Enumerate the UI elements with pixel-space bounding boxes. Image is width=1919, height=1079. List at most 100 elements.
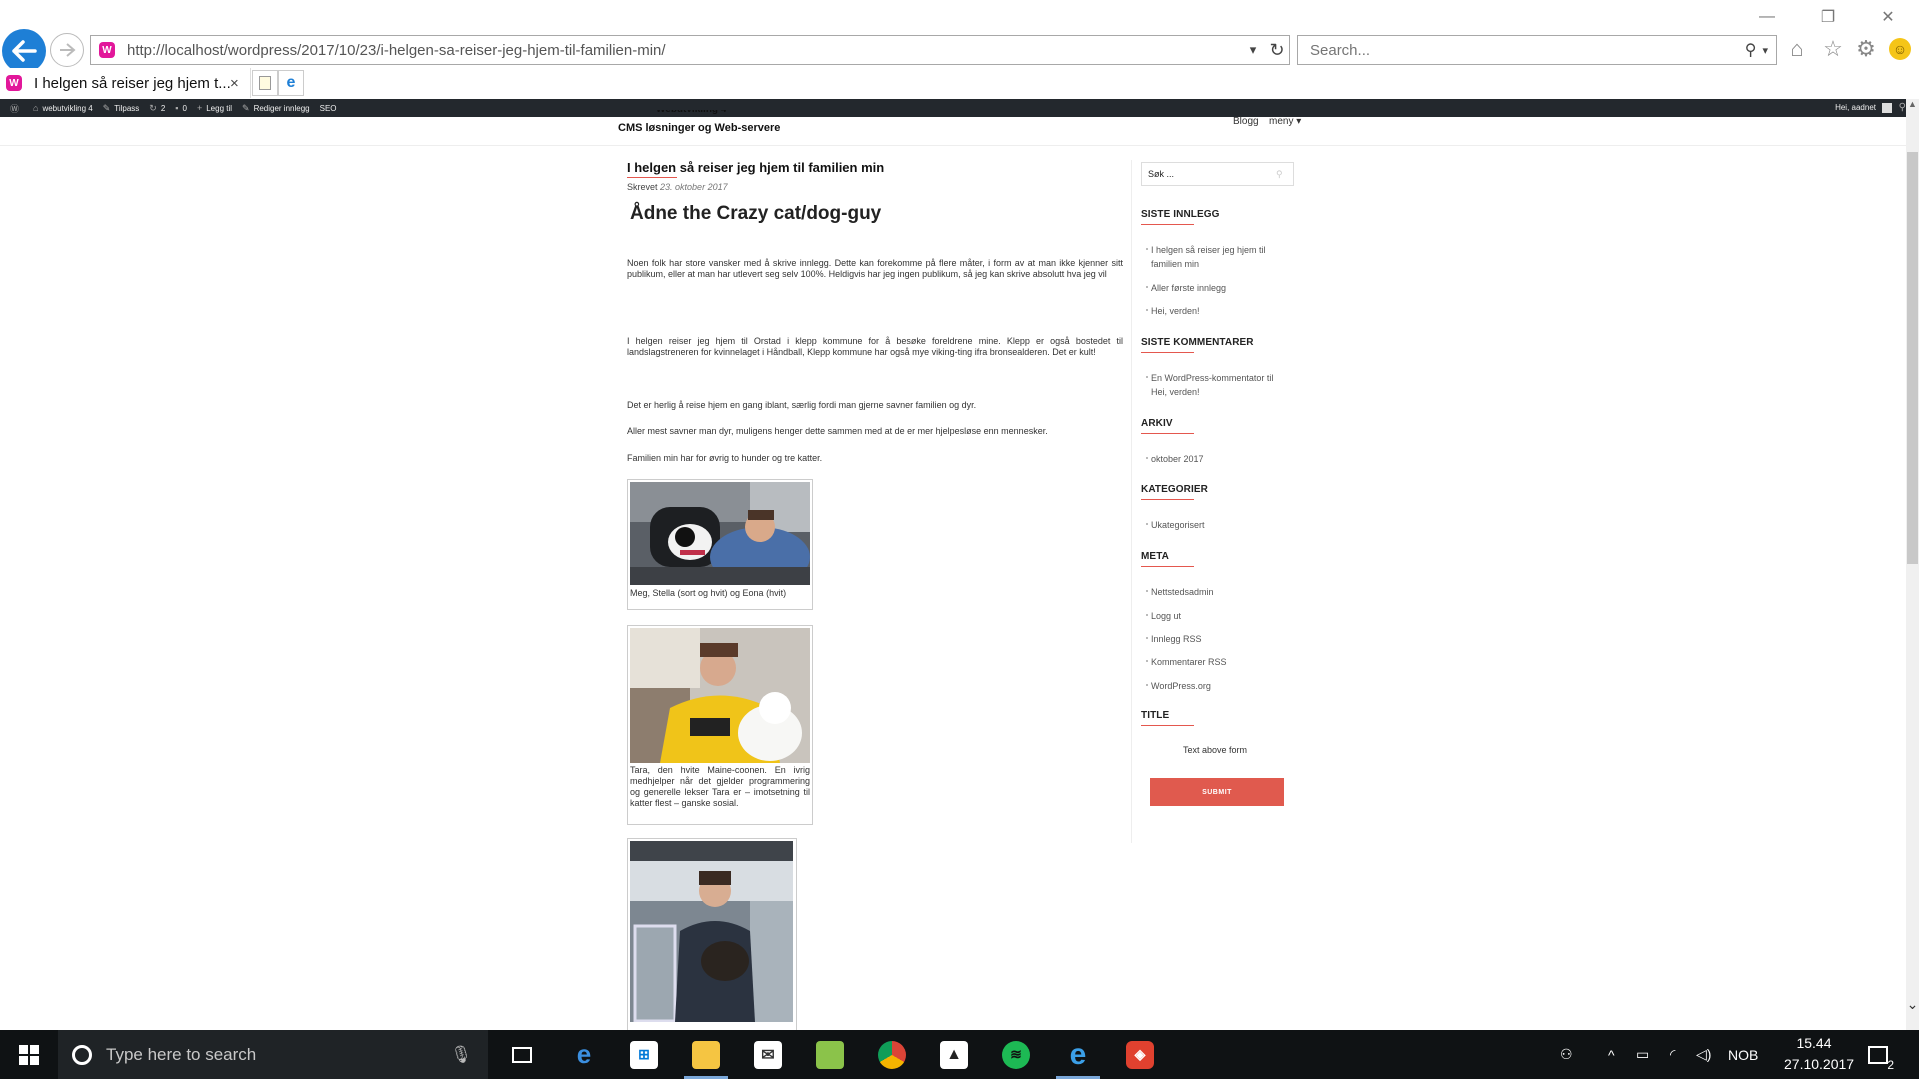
- notepad-icon: [816, 1040, 844, 1069]
- update-icon: ↻: [149, 102, 157, 113]
- action-center-button[interactable]: 2: [1868, 1030, 1894, 1079]
- taskbar-app-chrome[interactable]: [864, 1030, 920, 1079]
- wp-logo-icon[interactable]: Ⓦ: [10, 102, 23, 115]
- adminbar-updates[interactable]: ↻ 2: [149, 103, 165, 114]
- site-title[interactable]: Webutvikling 4: [656, 110, 726, 119]
- search-dropdown-icon[interactable]: ▾: [1762, 44, 1768, 57]
- comment-author-link[interactable]: En WordPress-kommentator: [1151, 373, 1264, 383]
- taskbar-app-internet-explorer[interactable]: e: [1050, 1030, 1106, 1079]
- photo-man-with-black-cat: [630, 841, 793, 1022]
- sidebar-search-input[interactable]: [1146, 168, 1270, 180]
- adminbar-greeting[interactable]: Hei, aadnet: [1835, 103, 1876, 112]
- meta-link[interactable]: Logg ut: [1146, 609, 1291, 623]
- post-date[interactable]: 23. oktober 2017: [660, 182, 728, 192]
- taskbar-app-photos[interactable]: ▲: [926, 1030, 982, 1079]
- adminbar-comments[interactable]: ▪ 0: [175, 103, 187, 113]
- volume-icon[interactable]: ◁): [1696, 1030, 1711, 1079]
- widget-title-archive: ARKIV: [1141, 418, 1173, 429]
- post-meta: Skrevet 23. oktober 2017: [627, 182, 728, 192]
- home-icon[interactable]: ⌂: [1784, 36, 1810, 62]
- task-view-icon: [512, 1046, 532, 1063]
- restore-icon[interactable]: ❐: [1813, 6, 1843, 28]
- browser-search-input[interactable]: [1308, 40, 1745, 60]
- close-window-icon[interactable]: ✕: [1873, 6, 1903, 28]
- adminbar-customize[interactable]: ✎ Tilpass: [103, 103, 140, 114]
- lion-app-icon: ◈: [1126, 1040, 1154, 1069]
- home-icon: ⌂: [33, 103, 39, 113]
- adminbar-site-name[interactable]: ⌂ webutvikling 4: [33, 103, 93, 113]
- forward-button[interactable]: [50, 33, 84, 67]
- taskbar-app-store[interactable]: ⊞: [616, 1030, 672, 1079]
- archive-link[interactable]: oktober 2017: [1146, 452, 1291, 466]
- taskbar-app-brave[interactable]: ◈: [1112, 1030, 1168, 1079]
- form-text: Text above form: [1183, 745, 1248, 755]
- post-paragraph: Noen folk har store vansker med å skrive…: [627, 258, 1123, 279]
- nav-item-meny[interactable]: meny ▾: [1269, 116, 1301, 127]
- browser-search-box[interactable]: ⚲ ▾: [1297, 35, 1777, 65]
- favorites-star-icon[interactable]: ☆: [1820, 36, 1846, 62]
- taskbar-clock[interactable]: 15.44 27.10.2017: [1784, 1033, 1854, 1075]
- address-bar[interactable]: W http://localhost/wordpress/2017/10/23/…: [90, 35, 1290, 65]
- taskbar-app-spotify[interactable]: ≋: [988, 1030, 1044, 1079]
- taskbar-app-notepad[interactable]: [802, 1030, 858, 1079]
- battery-icon[interactable]: ▭: [1636, 1030, 1649, 1079]
- avatar[interactable]: [1882, 103, 1892, 113]
- sidebar-search-box[interactable]: ⚲: [1141, 162, 1294, 186]
- widget-title-recent-comments: SISTE KOMMENTARER: [1141, 337, 1254, 348]
- meta-prefix: Skrevet: [627, 182, 658, 192]
- tab-title: I helgen så reiser jeg hjem t...: [34, 74, 230, 92]
- taskbar-app-file-explorer[interactable]: [678, 1030, 734, 1079]
- url-text[interactable]: http://localhost/wordpress/2017/10/23/i-…: [127, 42, 1241, 59]
- tray-expand-icon[interactable]: ^: [1608, 1030, 1615, 1079]
- minimize-icon[interactable]: —: [1752, 6, 1782, 28]
- pencil-icon: ✎: [242, 102, 250, 113]
- input-language[interactable]: NOB: [1728, 1030, 1758, 1079]
- adminbar-new[interactable]: + Legg til: [197, 103, 232, 113]
- comment-icon: ▪: [175, 103, 179, 113]
- taskbar-search[interactable]: Type here to search 🎙: [58, 1030, 488, 1079]
- submit-button[interactable]: SUBMIT: [1150, 778, 1284, 806]
- task-view-button[interactable]: [494, 1030, 550, 1079]
- search-icon[interactable]: ⚲: [1276, 169, 1283, 180]
- search-icon[interactable]: ⚲: [1745, 40, 1757, 60]
- taskbar-app-edge[interactable]: e: [556, 1030, 612, 1079]
- meta-link[interactable]: WordPress.org: [1146, 679, 1291, 693]
- tab-close-icon[interactable]: ×: [230, 75, 250, 92]
- settings-gear-icon[interactable]: ⚙: [1853, 36, 1879, 62]
- people-icon[interactable]: ⚇: [1560, 1030, 1573, 1079]
- meta-link[interactable]: Innlegg RSS: [1146, 632, 1291, 646]
- meta-link[interactable]: Kommentarer RSS: [1146, 655, 1291, 669]
- refresh-icon[interactable]: ↻: [1265, 40, 1289, 61]
- folder-icon: [692, 1040, 720, 1069]
- recent-post-link[interactable]: Aller første innlegg: [1146, 281, 1291, 295]
- start-button[interactable]: [0, 1030, 58, 1079]
- recent-post-link[interactable]: I helgen så reiser jeg hjem til familien…: [1146, 243, 1291, 271]
- dropdown-icon[interactable]: ▾: [1241, 42, 1265, 58]
- active-tab[interactable]: W I helgen så reiser jeg hjem t... ×: [0, 68, 251, 98]
- adminbar-seo[interactable]: SEO: [320, 104, 337, 113]
- post-heading: Ådne the Crazy cat/dog-guy: [630, 203, 882, 224]
- scroll-down-arrow-icon[interactable]: ⌄: [1906, 996, 1919, 1012]
- new-tab-button[interactable]: [252, 70, 278, 96]
- photo-figure: Tara, den hvite Maine-coonen. En ivrig m…: [627, 625, 813, 825]
- new-tab-icon: [259, 76, 271, 90]
- comment-post-link[interactable]: Hei, verden!: [1151, 387, 1200, 397]
- taskbar-app-mail[interactable]: ✉: [740, 1030, 796, 1079]
- recent-post-link[interactable]: Hei, verden!: [1146, 304, 1291, 318]
- ie-tab-button[interactable]: e: [278, 70, 304, 96]
- smiley-feedback-icon[interactable]: ☺: [1887, 36, 1913, 62]
- microphone-icon[interactable]: 🎙: [450, 1045, 472, 1065]
- back-button[interactable]: [2, 29, 46, 73]
- category-link[interactable]: Ukategorisert: [1146, 518, 1291, 532]
- wifi-icon[interactable]: ◜: [1670, 1030, 1675, 1079]
- meta-link[interactable]: Nettstedsadmin: [1146, 585, 1291, 599]
- brush-icon: ✎: [102, 102, 111, 113]
- wordpress-favicon-icon: W: [6, 75, 22, 91]
- adminbar-edit-post[interactable]: ✎ Rediger innlegg: [242, 103, 310, 114]
- scroll-up-arrow-icon[interactable]: ▲: [1906, 99, 1919, 111]
- post-title[interactable]: I helgen så reiser jeg hjem til familien…: [627, 160, 884, 175]
- nav-item-blogg[interactable]: Blogg: [1233, 116, 1259, 127]
- scrollbar-thumb[interactable]: [1907, 152, 1918, 564]
- search-icon[interactable]: ⚲: [1899, 102, 1906, 113]
- wp-admin-bar: Ⓦ ⌂ webutvikling 4 ✎ Tilpass ↻ 2 ▪ 0 + Legg t…: [0, 99, 1906, 117]
